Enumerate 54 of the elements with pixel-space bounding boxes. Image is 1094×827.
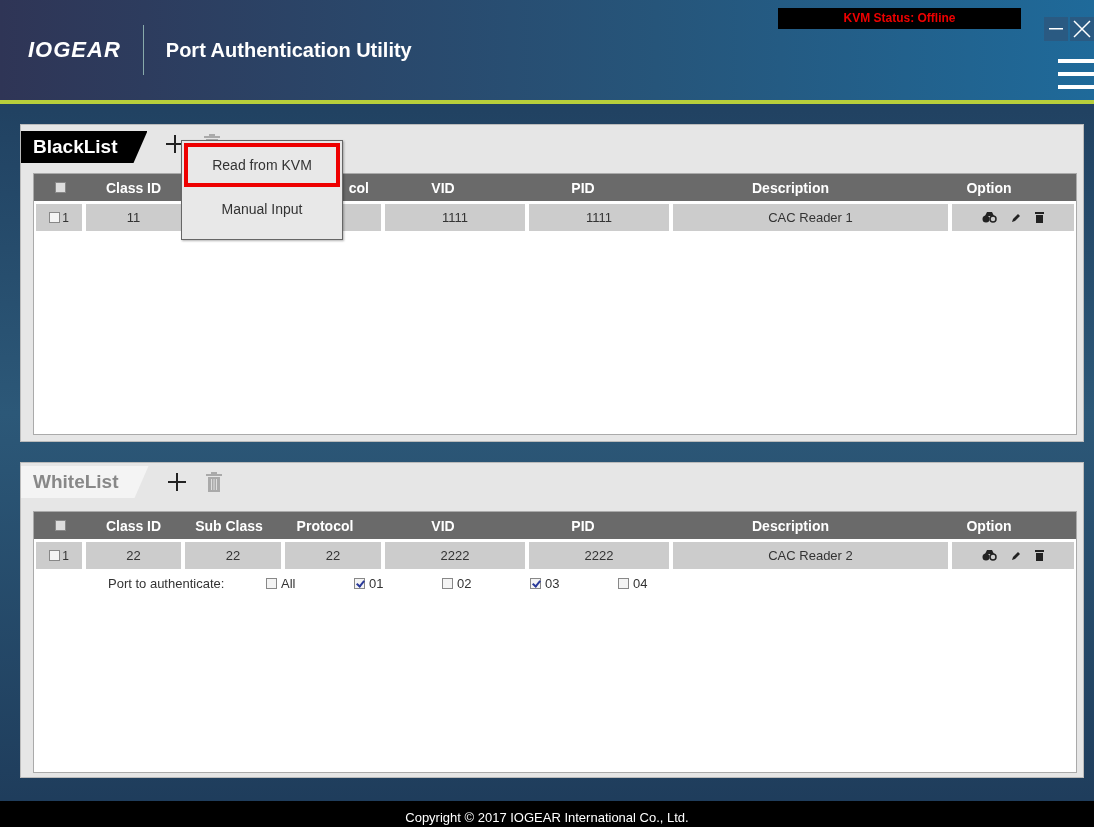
row-number: 1 — [62, 548, 69, 563]
row-number: 1 — [62, 210, 69, 225]
table-cell: 2222 — [529, 542, 669, 569]
binoculars-icon[interactable] — [982, 212, 997, 223]
trash-icon[interactable] — [1035, 550, 1044, 561]
column-header: Description — [752, 179, 829, 196]
binoculars-icon[interactable] — [982, 550, 997, 561]
column-header: PID — [571, 517, 595, 534]
ports-label: Port to authenticate: — [108, 576, 226, 591]
table-cell: 22 — [86, 542, 181, 569]
pencil-icon[interactable] — [1011, 550, 1021, 561]
column-header: Class ID — [105, 517, 162, 534]
column-header: Class ID — [105, 179, 162, 196]
select-all-checkbox[interactable] — [54, 520, 66, 531]
port-checkbox[interactable]: 01 — [354, 576, 442, 591]
column-header: Option — [966, 517, 1012, 534]
table-cell: 1111 — [385, 204, 525, 231]
table-cell: 2222 — [385, 542, 525, 569]
port-checkbox[interactable]: 03 — [530, 576, 618, 591]
minimize-icon — [1049, 28, 1063, 30]
port-checkbox[interactable]: 04 — [618, 576, 706, 591]
close-button[interactable] — [1070, 17, 1094, 41]
column-header: Description — [752, 517, 829, 534]
close-icon — [1073, 20, 1091, 38]
table-cell: CAC Reader 2 — [673, 542, 948, 569]
minimize-button[interactable] — [1044, 17, 1068, 41]
select-all-checkbox[interactable] — [54, 182, 66, 193]
table-cell: 1111 — [529, 204, 669, 231]
add-icon[interactable] — [166, 472, 187, 492]
port-checkbox[interactable]: 02 — [442, 576, 530, 591]
menu-item[interactable]: Read from KVM — [184, 143, 340, 187]
copyright: Copyright © 2017 IOGEAR International Co., Ltd. — [0, 801, 1094, 827]
list-tab[interactable]: BlackList — [21, 131, 148, 163]
menu-icon[interactable] — [1058, 58, 1094, 90]
column-header: Option — [966, 179, 1012, 196]
window-title: Port Authentication Utility — [165, 38, 412, 62]
table-cell: 11 — [86, 204, 181, 231]
column-header: VID — [431, 179, 455, 196]
status-banner: KVM Status: Offline — [778, 8, 1021, 29]
row-checkbox[interactable] — [49, 550, 61, 561]
table-cell: CAC Reader 1 — [673, 204, 948, 231]
column-header: Protocol — [296, 517, 354, 534]
column-header: Sub Class — [195, 517, 263, 534]
port-checkbox[interactable]: All — [266, 576, 354, 591]
column-header: PID — [571, 179, 595, 196]
table-cell: 22 — [285, 542, 381, 569]
menu-item[interactable]: Manual Input — [184, 187, 340, 231]
pencil-icon[interactable] — [1011, 212, 1021, 223]
row-checkbox[interactable] — [49, 212, 61, 223]
column-header: col — [348, 179, 369, 196]
logo: IOGEAR — [28, 37, 121, 63]
column-header: VID — [431, 517, 455, 534]
trash-icon[interactable] — [1035, 212, 1044, 223]
table-cell: 22 — [185, 542, 281, 569]
